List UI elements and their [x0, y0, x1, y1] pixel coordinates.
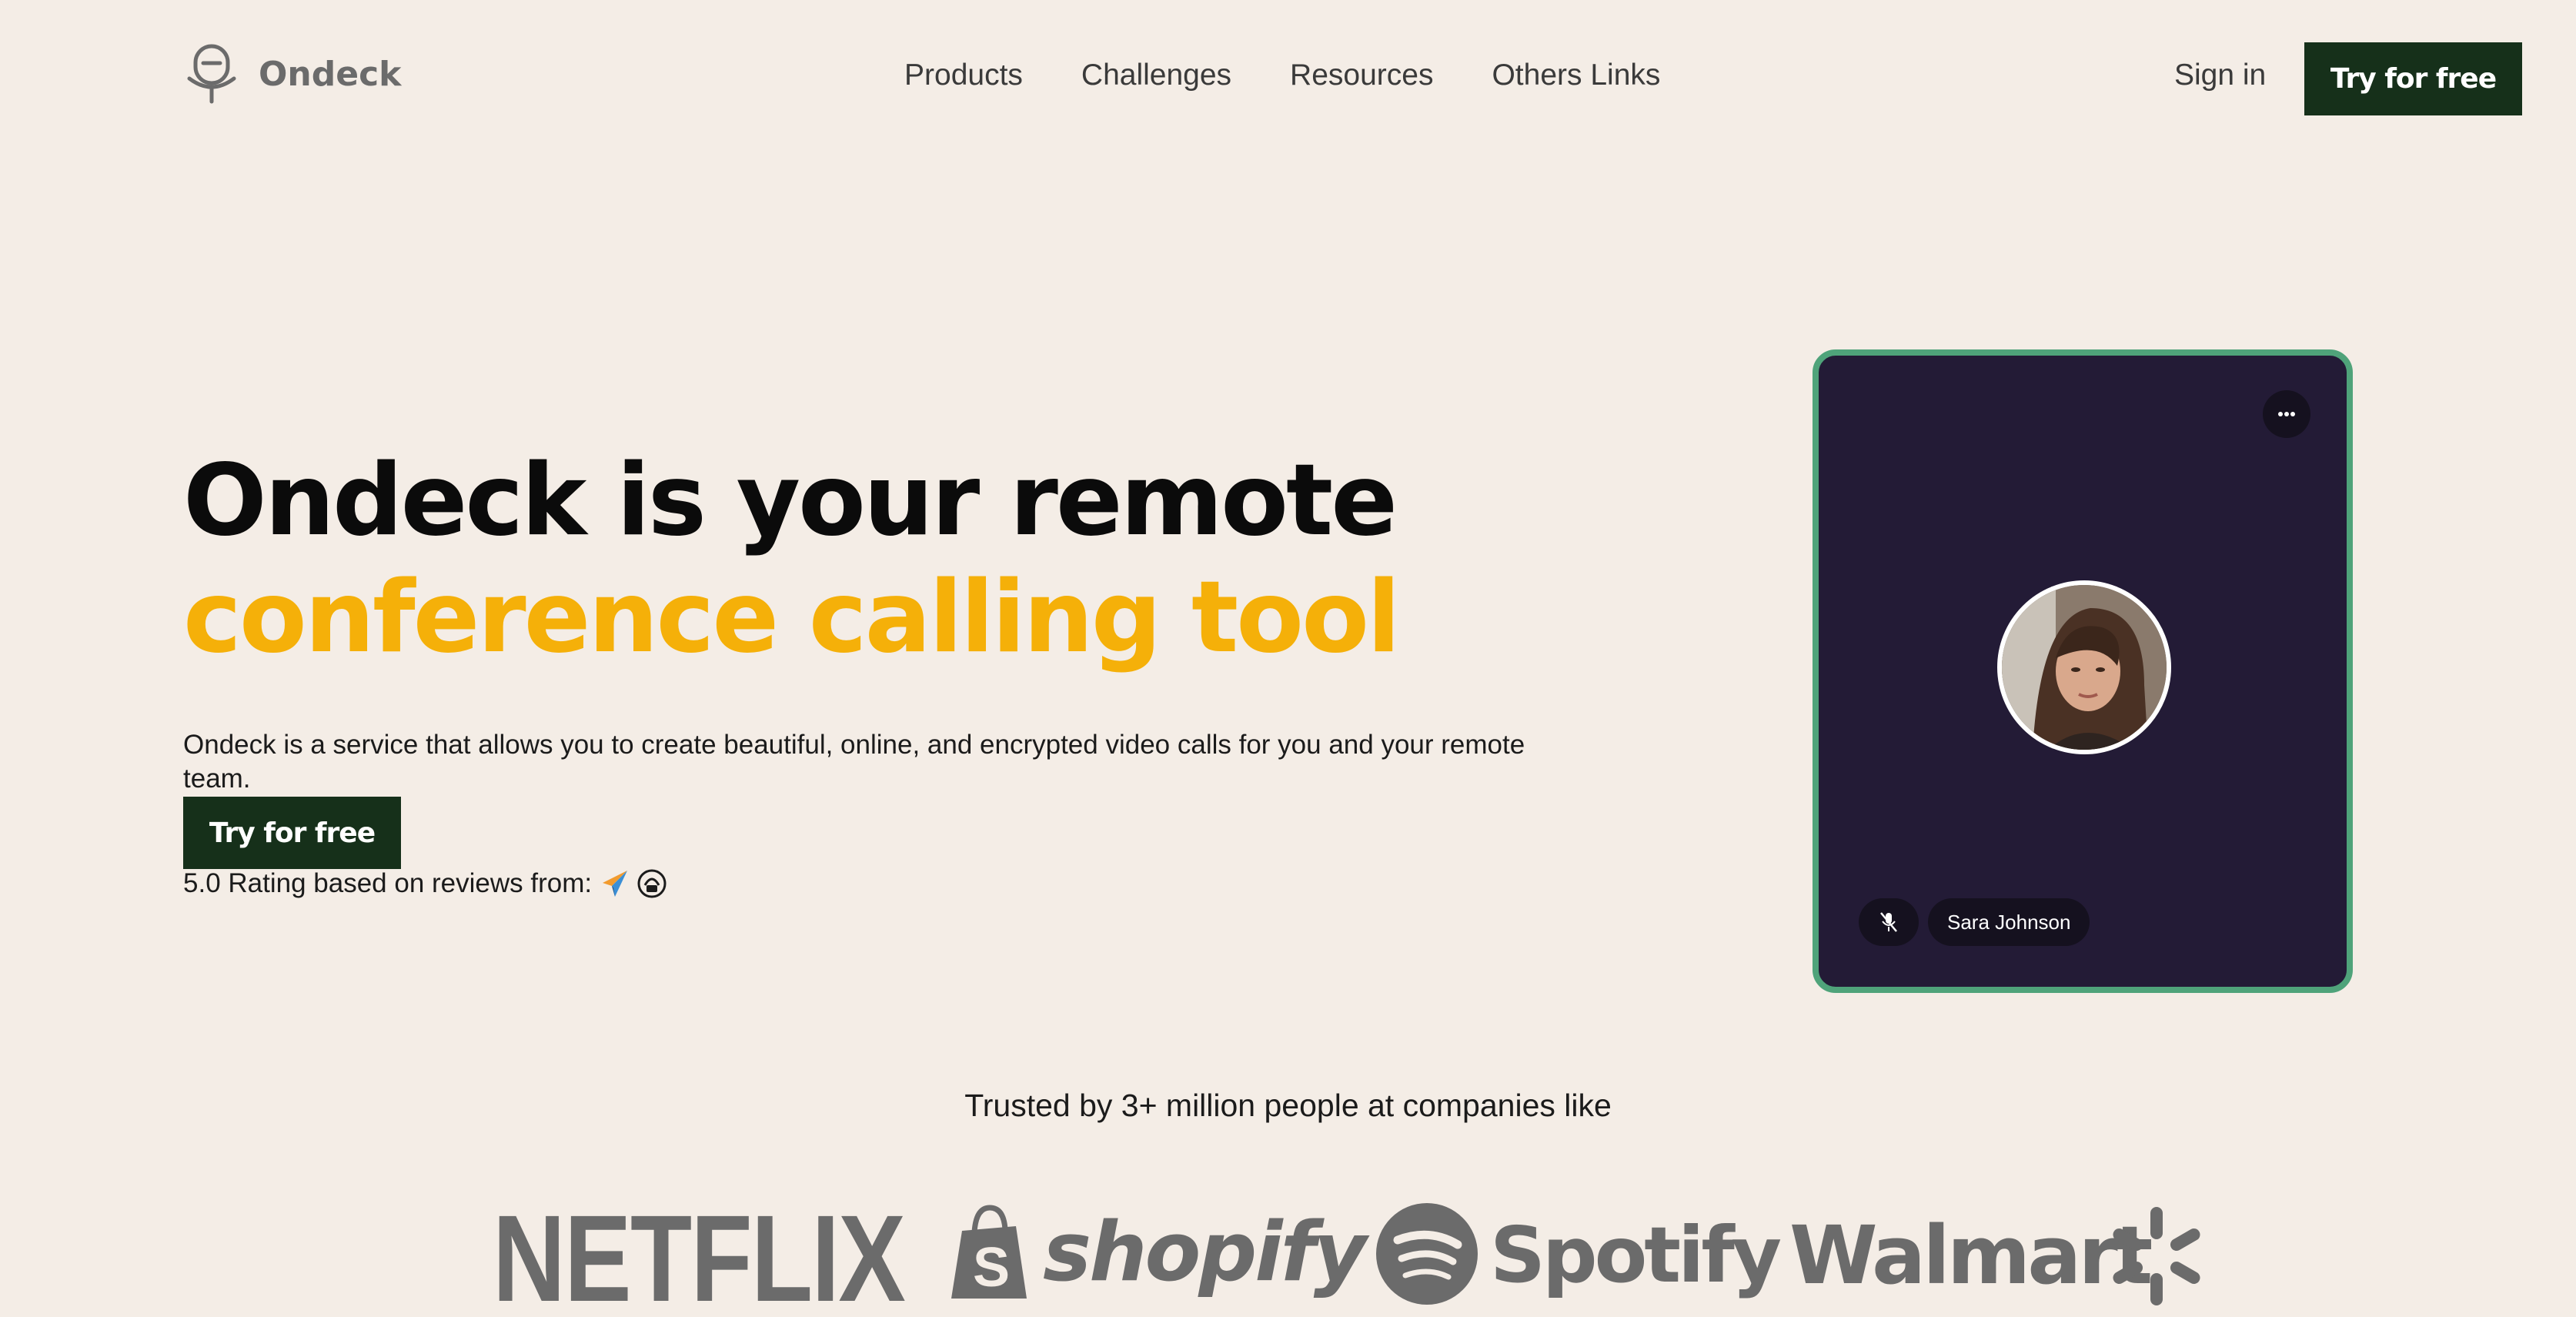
shopify-bag-icon: S	[951, 1205, 1027, 1299]
netflix-logo: NETFLIX	[493, 1189, 906, 1317]
review-site-icon	[637, 869, 667, 898]
nav-link-others[interactable]: Others Links	[1492, 58, 1660, 92]
nav-try-free-button[interactable]: Try for free	[2304, 42, 2522, 115]
nav-links: Products Challenges Resources Others Lin…	[904, 58, 1660, 92]
nav-link-products[interactable]: Products	[904, 58, 1023, 92]
rating-row: 5.0 Rating based on reviews from:	[183, 868, 667, 899]
shopify-logo: shopify	[1043, 1205, 1367, 1299]
sign-in-link[interactable]: Sign in	[2174, 58, 2266, 92]
participant-photo	[2002, 585, 2167, 750]
mute-button[interactable]	[1859, 898, 1919, 946]
hero-title-line2: conference calling tool	[183, 560, 1401, 675]
participant-name: Sara Johnson	[1928, 898, 2090, 946]
hero-title-line1: Ondeck is your remote	[183, 443, 1398, 558]
more-options-button[interactable]	[2263, 390, 2310, 438]
nav-link-challenges[interactable]: Challenges	[1081, 58, 1231, 92]
participant-avatar	[1997, 580, 2171, 754]
nav-link-resources[interactable]: Resources	[1290, 58, 1433, 92]
brand-logos: NETFLIX S shopify Spotify Walmart	[0, 1189, 2576, 1317]
top-nav: Ondeck Products Challenges Resources Oth…	[0, 0, 2576, 162]
svg-text:S: S	[973, 1237, 1010, 1299]
video-call-card: Sara Johnson	[1813, 349, 2353, 993]
hero-title: Ondeck is your remote conference calling…	[183, 443, 1401, 677]
brand-name: Ondeck	[259, 54, 402, 94]
hero-try-free-button[interactable]: Try for free	[183, 797, 401, 869]
paper-plane-icon	[603, 871, 628, 897]
brand-logo[interactable]: Ondeck	[185, 43, 401, 105]
trusted-by-text: Trusted by 3+ million people at companie…	[964, 1088, 1612, 1123]
walmart-spark-icon	[2113, 1207, 2200, 1305]
microphone-logo-icon	[187, 44, 236, 104]
rating-text: 5.0 Rating based on reviews from:	[183, 868, 593, 898]
spotify-icon	[1376, 1203, 1478, 1305]
mic-off-icon	[1880, 912, 1897, 932]
spotify-logo: Spotify	[1490, 1210, 1782, 1300]
more-horizontal-icon	[2278, 412, 2295, 416]
walmart-logo: Walmart	[1789, 1208, 2153, 1302]
hero-description: Ondeck is a service that allows you to c…	[183, 730, 1525, 794]
